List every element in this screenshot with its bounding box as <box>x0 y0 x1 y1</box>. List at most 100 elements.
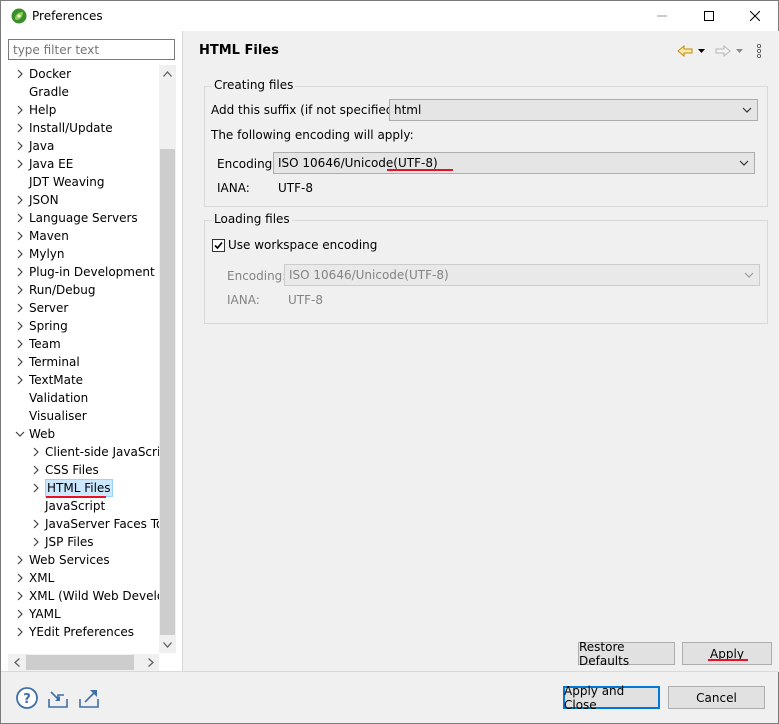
annotation-underline <box>708 659 748 661</box>
tree-item[interactable]: Validation <box>1 389 159 407</box>
dropdown-arrow-icon <box>697 49 705 53</box>
chevron-right-icon[interactable] <box>15 339 25 349</box>
chevron-right-icon[interactable] <box>15 555 25 565</box>
page-navigation <box>676 41 776 61</box>
tree-item-label: JSP Files <box>45 535 94 549</box>
chevron-right-icon[interactable] <box>15 69 25 79</box>
tree-item-label: YEdit Preferences <box>29 625 134 639</box>
hscroll-thumb[interactable] <box>26 655 134 670</box>
chevron-right-icon[interactable] <box>15 195 25 205</box>
suffix-select[interactable]: html <box>389 99 758 121</box>
restore-defaults-button[interactable]: Restore Defaults <box>578 640 675 668</box>
chevron-right-icon[interactable] <box>15 123 25 133</box>
tree-item[interactable]: Help <box>1 101 159 119</box>
suffix-value: html <box>394 103 422 117</box>
back-history-dropdown[interactable] <box>696 41 706 61</box>
scroll-up-arrow[interactable] <box>159 65 176 82</box>
chevron-right-icon[interactable] <box>15 231 25 241</box>
tree-item[interactable]: Gradle <box>1 83 159 101</box>
tree-item[interactable]: Client-side JavaScript <box>1 443 159 461</box>
minimize-button[interactable] <box>639 1 685 31</box>
tree-item[interactable]: Maven <box>1 227 159 245</box>
chevron-right-icon[interactable] <box>31 483 41 493</box>
chevron-right-icon[interactable] <box>15 285 25 295</box>
chevron-right-icon[interactable] <box>15 357 25 367</box>
view-menu-button[interactable] <box>754 41 764 61</box>
chevron-right-icon[interactable] <box>15 105 25 115</box>
chevron-right-icon[interactable] <box>15 159 25 169</box>
chevron-right-icon[interactable] <box>15 267 25 277</box>
help-icon[interactable]: ? <box>15 686 39 710</box>
tree-item[interactable]: CSS Files <box>1 461 159 479</box>
chevron-right-icon[interactable] <box>15 249 25 259</box>
loading-encoding-select: ISO 10646/Unicode(UTF-8) <box>284 264 760 286</box>
chevron-right-icon[interactable] <box>15 591 25 601</box>
chevron-right-icon[interactable] <box>15 321 25 331</box>
chevron-right-icon[interactable] <box>15 303 25 313</box>
tree-item[interactable]: Run/Debug <box>1 281 159 299</box>
tree-horizontal-scrollbar[interactable] <box>8 654 159 671</box>
tree-item[interactable]: Language Servers <box>1 209 159 227</box>
tree-item[interactable]: XML <box>1 569 159 587</box>
scroll-thumb[interactable] <box>160 149 175 635</box>
preference-page: HTML Files Creating files Add this suffi… <box>186 31 779 672</box>
tree-item[interactable]: HTML Files <box>1 479 159 498</box>
close-button[interactable] <box>732 1 778 31</box>
tree-item[interactable]: JavaScript <box>1 497 159 515</box>
tree-item[interactable]: XML (Wild Web Developer) <box>1 587 159 605</box>
tree-item[interactable]: Docker <box>1 65 159 83</box>
use-workspace-encoding-checkbox[interactable] <box>212 239 225 252</box>
tree-item[interactable]: Spring <box>1 317 159 335</box>
apply-button[interactable]: Apply <box>682 642 772 665</box>
scroll-right-arrow[interactable] <box>142 654 159 671</box>
filter-input[interactable] <box>8 39 175 60</box>
tree-item[interactable]: Team <box>1 335 159 353</box>
checkmark-icon <box>214 241 223 250</box>
chevron-right-icon[interactable] <box>15 627 25 637</box>
eclipse-spring-icon <box>11 8 27 24</box>
tree-item[interactable]: JavaServer Faces Tools <box>1 515 159 533</box>
chevron-right-icon[interactable] <box>15 609 25 619</box>
tree-item-label: Client-side JavaScript <box>45 445 159 459</box>
tree-item[interactable]: Server <box>1 299 159 317</box>
chevron-right-icon[interactable] <box>15 213 25 223</box>
maximize-button[interactable] <box>686 1 732 31</box>
tree-item[interactable]: Web <box>1 425 159 443</box>
chevron-right-icon[interactable] <box>31 519 41 529</box>
tree-item[interactable]: Install/Update <box>1 119 159 137</box>
use-workspace-encoding-label[interactable]: Use workspace encoding <box>228 238 377 252</box>
export-icon[interactable] <box>77 686 101 710</box>
back-button[interactable] <box>676 41 694 61</box>
tree-item[interactable]: JSON <box>1 191 159 209</box>
tree-item[interactable]: YEdit Preferences <box>1 623 159 641</box>
tree-item[interactable]: Terminal <box>1 353 159 371</box>
scroll-left-arrow[interactable] <box>8 654 25 671</box>
tree-item[interactable]: JDT Weaving <box>1 173 159 191</box>
chevron-down-icon[interactable] <box>15 429 25 439</box>
tree-item[interactable]: Visualiser <box>1 407 159 425</box>
tree-item[interactable]: Plug-in Development <box>1 263 159 281</box>
tree-item[interactable]: Web Services <box>1 551 159 569</box>
tree-item[interactable]: Java <box>1 137 159 155</box>
chevron-right-icon[interactable] <box>15 573 25 583</box>
tree-item[interactable]: YAML <box>1 605 159 623</box>
forward-history-dropdown[interactable] <box>734 41 744 61</box>
tree-item[interactable]: TextMate <box>1 371 159 389</box>
forward-button[interactable] <box>714 41 732 61</box>
import-icon[interactable] <box>46 686 70 710</box>
tree-item[interactable]: Java EE <box>1 155 159 173</box>
chevron-right-icon[interactable] <box>15 141 25 151</box>
chevron-right-icon[interactable] <box>31 537 41 547</box>
cancel-button[interactable]: Cancel <box>668 686 765 709</box>
tree-item-label: Plug-in Development <box>29 265 155 279</box>
chevron-right-icon[interactable] <box>31 447 41 457</box>
tree-item-label: Validation <box>29 391 89 405</box>
tree-item[interactable]: JSP Files <box>1 533 159 551</box>
chevron-right-icon[interactable] <box>31 465 41 475</box>
apply-and-close-button[interactable]: Apply and Close <box>563 684 660 712</box>
tree-item[interactable]: Mylyn <box>1 245 159 263</box>
scroll-down-arrow[interactable] <box>159 636 176 653</box>
chevron-right-icon[interactable] <box>15 375 25 385</box>
tree-vertical-scrollbar[interactable] <box>159 65 176 653</box>
creating-encoding-select[interactable]: ISO 10646/Unicode(UTF-8) <box>273 152 755 174</box>
